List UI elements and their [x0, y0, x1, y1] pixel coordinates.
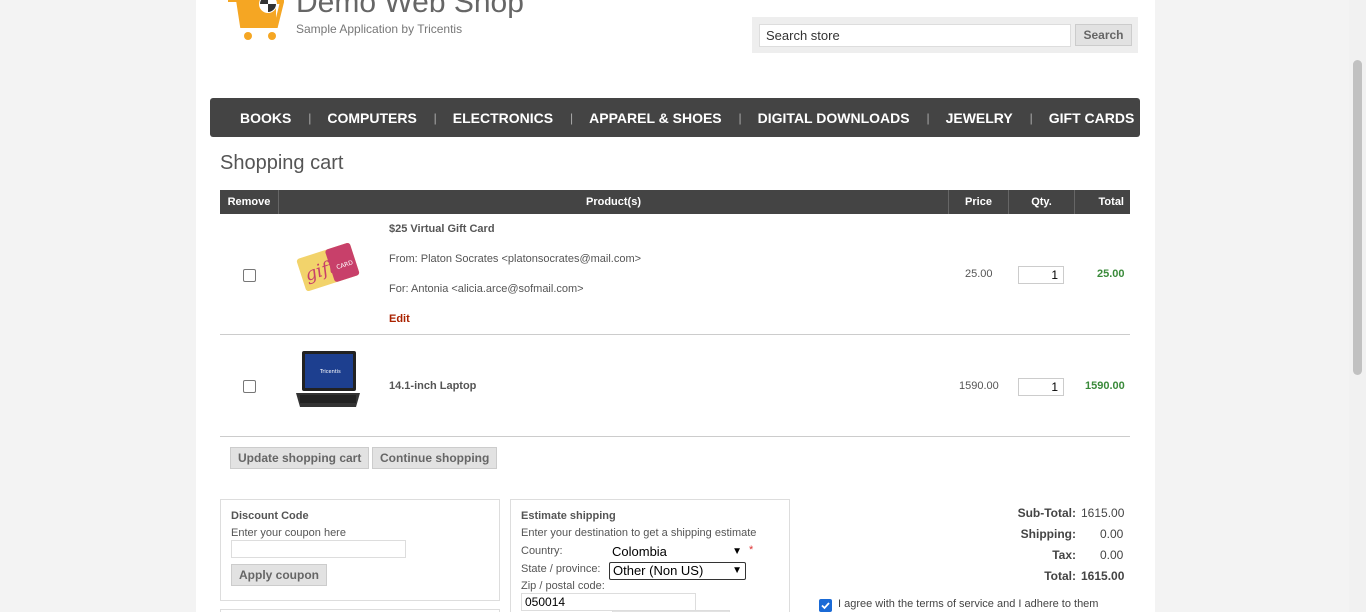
nav-computers[interactable]: COMPUTERS [309, 110, 437, 126]
required-asterisk: * [749, 544, 754, 556]
state-label: State / province: [521, 563, 601, 575]
zip-label: Zip / postal code: [521, 580, 605, 592]
subtotal-value: 1615.00 [1081, 506, 1125, 520]
apply-coupon-button[interactable]: Apply coupon [231, 564, 327, 586]
update-cart-button[interactable]: Update shopping cart [230, 447, 370, 469]
total-laptop: 1590.00 [1085, 380, 1125, 392]
remove-checkbox-laptop[interactable] [243, 380, 256, 393]
header-total: Total [1098, 196, 1124, 208]
laptop-image[interactable]: Tricentis [294, 349, 362, 409]
state-value: Other (Non US) [613, 563, 704, 578]
check-icon [821, 602, 830, 610]
nav-digital-downloads[interactable]: DIGITAL DOWNLOADS [740, 110, 930, 126]
top-menu: BOOKS COMPUTERS ELECTRONICS APPAREL & SH… [210, 98, 1140, 137]
coupon-input[interactable] [231, 540, 406, 558]
tax-value: 0.00 [1100, 548, 1124, 562]
nav-jewelry[interactable]: JEWELRY [928, 110, 1033, 126]
gift-card-for: For: Antonia <alicia.arce@sofmail.com> [389, 283, 584, 295]
edit-link[interactable]: Edit [389, 313, 410, 325]
page-title: Shopping cart [220, 152, 344, 174]
scrollbar-thumb[interactable] [1353, 60, 1362, 375]
shipping-hint: Enter your destination to get a shipping… [521, 527, 757, 539]
search-button[interactable]: Search [1075, 24, 1132, 46]
terms-label: I agree with the terms of service and I … [838, 598, 1099, 610]
state-select[interactable]: Other (Non US) ▼ [609, 562, 746, 580]
logo-subtitle: Sample Application by Tricentis [296, 22, 463, 36]
discount-title: Discount Code [231, 510, 309, 522]
subtotal-label: Sub-Total: [1017, 506, 1076, 520]
nav-apparel-shoes[interactable]: APPAREL & SHOES [571, 110, 741, 126]
continue-shopping-button[interactable]: Continue shopping [372, 447, 498, 469]
shopping-cart-logo-icon[interactable] [228, 0, 284, 42]
price-gift-card: 25.00 [965, 268, 993, 280]
chevron-down-icon: ▼ [732, 546, 742, 557]
svg-text:Tricentis: Tricentis [319, 369, 341, 375]
gift-card-image[interactable]: gift CARD [296, 242, 360, 292]
tax-label: Tax: [1052, 548, 1076, 562]
nav-electronics[interactable]: ELECTRONICS [435, 110, 574, 126]
logo-title[interactable]: Demo Web Shop [296, 0, 524, 20]
zip-input[interactable] [521, 593, 696, 611]
terms-checkbox[interactable] [819, 599, 832, 612]
header-links-cut-off [748, 0, 1138, 2]
shipping-label: Shipping: [1020, 527, 1076, 541]
page-scrollbar[interactable] [1349, 0, 1366, 612]
price-laptop: 1590.00 [959, 380, 999, 392]
search-input[interactable] [759, 24, 1071, 47]
country-value: Colombia [612, 544, 667, 559]
nav-gift-cards[interactable]: GIFT CARDS [1031, 110, 1153, 126]
chevron-down-icon: ▼ [732, 565, 742, 576]
total-label: Total: [1044, 569, 1076, 583]
shipping-value: 0.00 [1100, 527, 1124, 541]
total-gift-card: 25.00 [1097, 268, 1125, 280]
cart-table-header: Remove Product(s) Price Qty. Total [220, 190, 1130, 214]
header-qty: Qty. [1009, 190, 1075, 214]
country-label: Country: [521, 545, 563, 557]
country-select[interactable]: Colombia ▼ [609, 544, 745, 562]
product-name-laptop[interactable]: 14.1-inch Laptop [389, 380, 476, 392]
header-products: Product(s) [279, 190, 949, 214]
nav-books[interactable]: BOOKS [222, 110, 312, 126]
row-divider [220, 334, 1130, 335]
header-price: Price [949, 190, 1009, 214]
qty-input-laptop[interactable] [1018, 378, 1064, 396]
gift-card-from: From: Platon Socrates <platonsocrates@ma… [389, 253, 642, 265]
remove-checkbox-gift-card[interactable] [243, 269, 256, 282]
shipping-title: Estimate shipping [521, 510, 616, 522]
discount-hint: Enter your coupon here [231, 527, 346, 539]
qty-input-gift-card[interactable] [1018, 266, 1064, 284]
header-remove: Remove [220, 190, 279, 214]
row-divider [220, 436, 1130, 437]
product-name-gift-card[interactable]: $25 Virtual Gift Card [389, 223, 495, 235]
total-value: 1615.00 [1081, 569, 1125, 583]
